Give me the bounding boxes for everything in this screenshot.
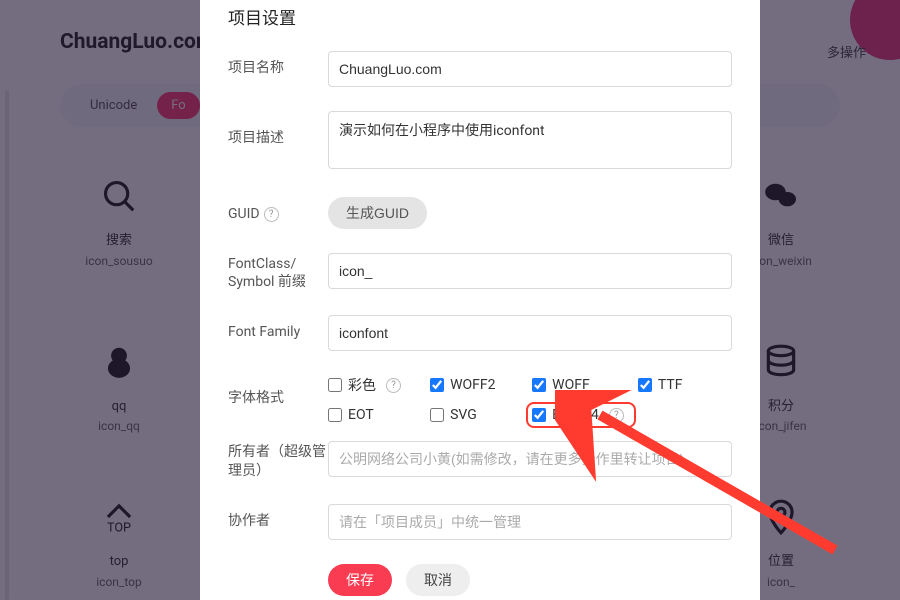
format-svg[interactable]: SVG [430, 407, 524, 423]
format-woff2[interactable]: WOFF2 [430, 375, 524, 395]
project-name-input[interactable] [328, 51, 732, 87]
prefix-input[interactable] [328, 253, 732, 289]
format-base64-highlight: Base64 ? [526, 402, 636, 428]
format-ttf[interactable]: TTF [638, 375, 732, 395]
modal-title: 项目设置 [228, 0, 732, 29]
prefix-label: FontClass/ Symbol 前缀 [228, 253, 328, 291]
format-svg-checkbox[interactable] [430, 408, 444, 422]
help-icon[interactable]: ? [264, 207, 279, 222]
project-settings-modal: 项目设置 项目名称 项目描述 演示如何在小程序中使用iconfont GUID?… [200, 0, 760, 600]
font-format-options: 彩色 ? WOFF2 WOFF TTF EOT [328, 375, 732, 423]
collaborator-input [328, 504, 732, 540]
format-color[interactable]: 彩色 ? [328, 375, 422, 395]
save-button[interactable]: 保存 [328, 564, 392, 596]
format-ttf-checkbox[interactable] [638, 378, 652, 392]
guid-label: GUID? [228, 197, 328, 223]
font-family-input[interactable] [328, 315, 732, 351]
format-woff-checkbox[interactable] [532, 378, 546, 392]
format-woff2-checkbox[interactable] [430, 378, 444, 392]
font-format-label: 字体格式 [228, 375, 328, 407]
modal-footer: 保存 取消 [328, 564, 732, 596]
format-woff[interactable]: WOFF [532, 375, 630, 395]
format-eot[interactable]: EOT [328, 407, 422, 423]
format-eot-checkbox[interactable] [328, 408, 342, 422]
project-desc-input[interactable]: 演示如何在小程序中使用iconfont [328, 111, 732, 169]
font-family-label: Font Family [228, 315, 328, 341]
project-name-label: 项目名称 [228, 51, 328, 77]
project-desc-label: 项目描述 [228, 111, 328, 147]
owner-label: 所有者（超级管理员） [228, 441, 328, 479]
help-icon[interactable]: ? [386, 378, 401, 393]
cancel-button[interactable]: 取消 [406, 564, 470, 596]
collaborator-label: 协作者 [228, 504, 328, 530]
format-base64-checkbox[interactable] [532, 408, 546, 422]
owner-input [328, 441, 732, 477]
generate-guid-button[interactable]: 生成GUID [328, 197, 427, 229]
format-base64[interactable]: Base64 ? [532, 407, 624, 423]
help-icon[interactable]: ? [609, 408, 624, 423]
format-color-checkbox[interactable] [328, 378, 342, 392]
